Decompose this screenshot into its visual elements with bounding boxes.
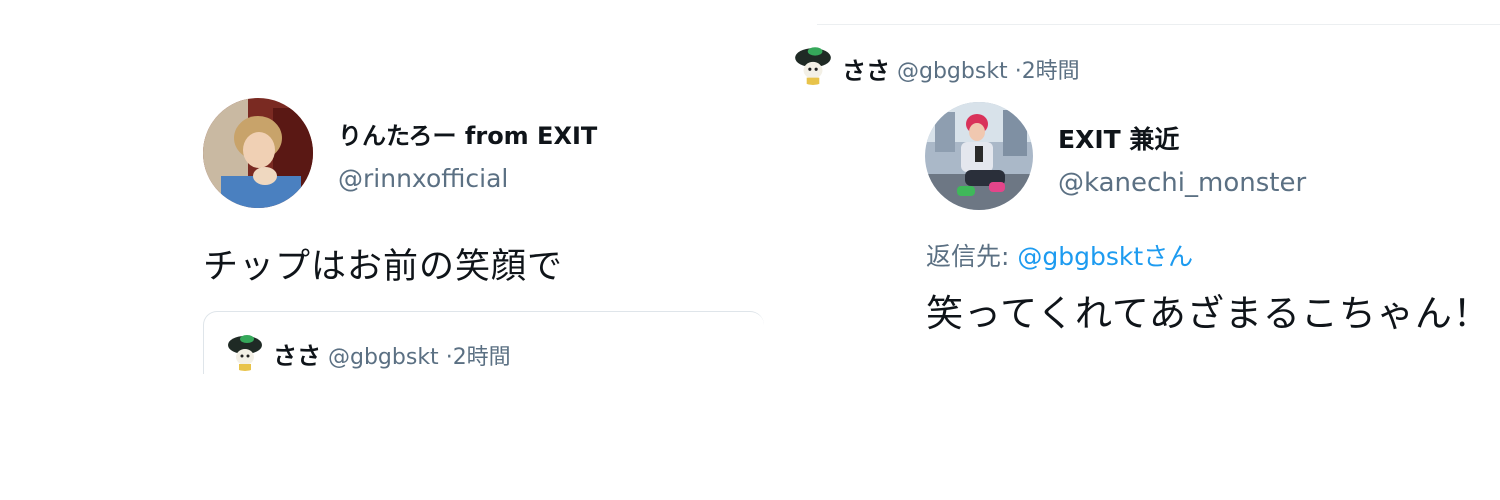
tweet-text: チップはお前の笑顔で	[203, 247, 564, 287]
reply-user-handle[interactable]: @kanechi_monster	[1058, 168, 1306, 198]
meta-separator: ·	[1014, 59, 1022, 84]
replying-to: 返信先: @gbgbsktさん	[926, 237, 1193, 273]
parent-display-name[interactable]: ささ	[842, 51, 890, 86]
quoted-handle[interactable]: @gbgbskt	[328, 345, 439, 370]
parent-time[interactable]: 2時間	[1022, 59, 1080, 84]
quoted-meta: @gbgbskt ·2時間	[328, 339, 511, 371]
reply-display-name[interactable]: EXIT 兼近	[1058, 120, 1179, 156]
divider	[817, 24, 1500, 25]
avatar-gbgbskt[interactable]	[225, 331, 265, 371]
avatar-kanechi-monster[interactable]	[925, 102, 1033, 210]
meta-separator: ·	[445, 345, 453, 370]
crop-mask	[195, 374, 775, 500]
user-handle[interactable]: @rinnxofficial	[338, 164, 508, 193]
quoted-time[interactable]: 2時間	[453, 345, 511, 370]
parent-handle[interactable]: @gbgbskt	[897, 59, 1008, 84]
reply-tweet-text: 笑ってくれてあざまるこちゃん！	[926, 292, 1491, 335]
avatar-gbgbskt[interactable]	[792, 43, 834, 85]
display-name[interactable]: りんたろー from EXIT	[338, 116, 597, 151]
replying-to-label: 返信先:	[926, 242, 1018, 271]
replying-to-mention[interactable]: @gbgbsktさん	[1017, 242, 1193, 271]
quoted-display-name[interactable]: ささ	[273, 336, 321, 371]
parent-meta: @gbgbskt ·2時間	[897, 53, 1080, 85]
avatar-rinnxofficial[interactable]	[203, 98, 313, 208]
